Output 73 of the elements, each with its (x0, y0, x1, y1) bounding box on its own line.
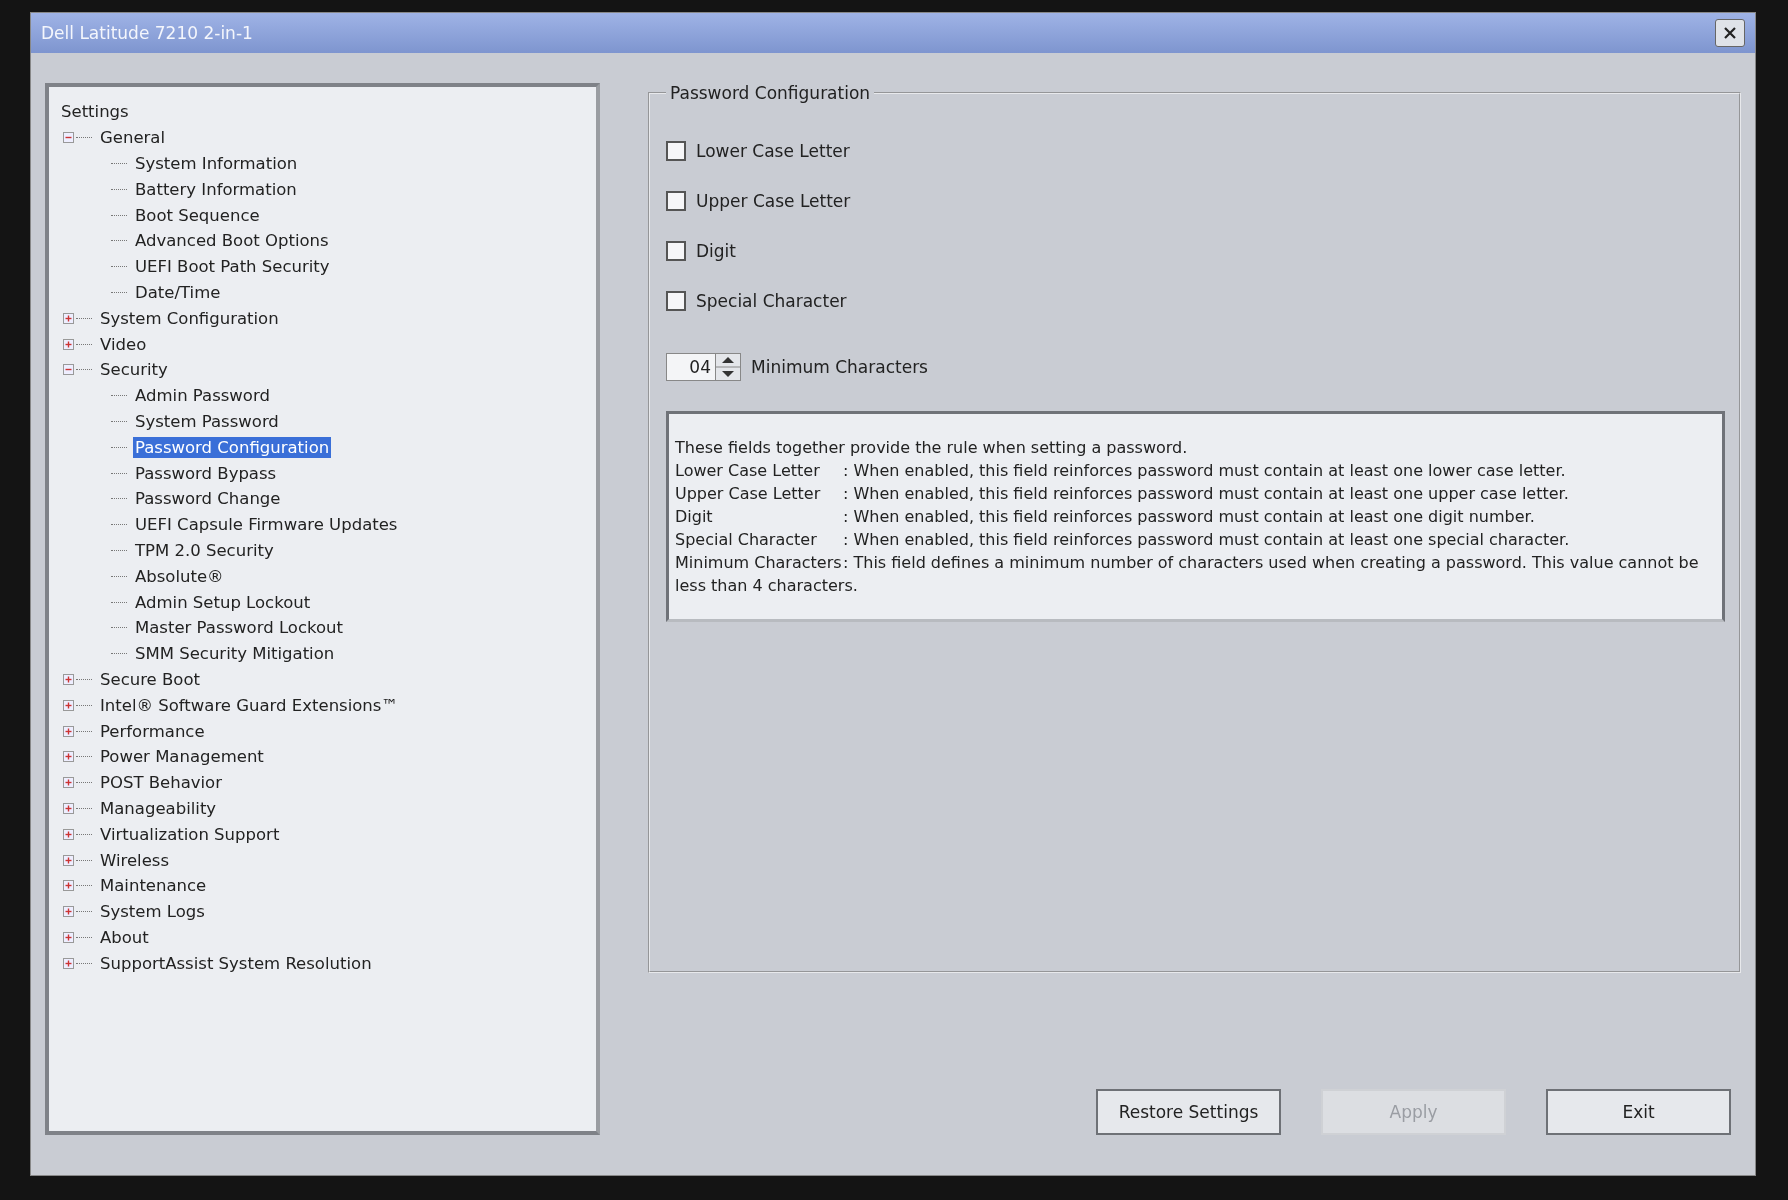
tree-item[interactable]: Password Bypass (133, 462, 279, 484)
expand-icon[interactable] (63, 777, 74, 789)
expand-icon[interactable] (63, 880, 74, 892)
rule-description: Upper Case Letter : When enabled, this field reinforces password must contain at least one upper case letter. (675, 483, 1570, 505)
window-title: Dell Latitude 7210 2-in-1 (41, 23, 253, 43)
number-field[interactable]: 04 (666, 353, 715, 381)
tree-item[interactable]: UEFI Capsule Firmware Updates (133, 514, 400, 536)
tree-item[interactable]: Wireless (98, 849, 172, 871)
tree-item[interactable]: Absolute® (133, 565, 226, 587)
checkbox[interactable] (666, 291, 686, 311)
tree-item[interactable]: SupportAssist System Resolution (98, 952, 374, 974)
checkbox[interactable] (666, 191, 686, 211)
dialog-button[interactable]: Restore Settings (1096, 1089, 1281, 1135)
expand-icon[interactable] (63, 957, 74, 969)
checkbox-label: Digit (696, 241, 736, 261)
checkbox-label: Special Character (696, 291, 847, 311)
expand-icon[interactable] (63, 673, 74, 685)
tree-item[interactable]: Admin Password (133, 385, 272, 407)
rule-description: Special Character : When enabled, this field reinforces password must contain at least one special character. (675, 529, 1571, 551)
expand-icon[interactable] (63, 751, 74, 763)
up-down-arrows-icon[interactable] (715, 353, 741, 381)
collapse-icon[interactable] (63, 364, 74, 376)
checkbox-label: Lower Case Letter (696, 141, 850, 161)
tree-item[interactable]: System Information (133, 153, 300, 174)
rule-description: Lower Case Letter : When enabled, this field reinforces password must contain at least one lower case letter. (675, 460, 1567, 482)
description-intro: These fields together provide the rule when setting a password. (675, 437, 1189, 459)
expand-icon[interactable] (63, 931, 74, 943)
tree-item[interactable]: Power Management (98, 746, 266, 768)
rule-description: Digit : When enabled, this field reinforces password must contain at least one digit number. (675, 506, 1536, 528)
expand-icon[interactable] (63, 338, 74, 350)
tree-item[interactable]: Password Change (133, 488, 283, 510)
tree-item[interactable]: Battery Information (133, 178, 299, 200)
tree-item[interactable]: About (98, 926, 151, 948)
tree-item[interactable]: TPM 2.0 Security (133, 539, 276, 561)
tree-item[interactable]: General (98, 127, 168, 149)
expand-icon[interactable] (63, 699, 74, 711)
tree-item[interactable]: Intel® Software Guard Extensions™ (98, 694, 400, 716)
tree-item[interactable]: System Logs (98, 901, 207, 923)
expand-icon[interactable] (63, 906, 74, 918)
dialog-button[interactable]: Exit (1546, 1089, 1731, 1135)
tree-item[interactable]: System Password (133, 410, 281, 432)
tree-item[interactable]: Manageability (98, 797, 219, 819)
expand-icon[interactable] (63, 854, 74, 866)
tree-item[interactable]: Date/Time (133, 281, 223, 303)
group-title: Password Configuration (669, 83, 872, 103)
checkbox-label: Upper Case Letter (696, 191, 851, 211)
expand-icon[interactable] (63, 725, 74, 737)
rule-description: Minimum Characters: This field defines a minimum number of characters used when creating a password. This value cannot be less than 4 characters. (675, 552, 1700, 597)
tree-item[interactable]: Boot Sequence (133, 204, 262, 226)
tree-item[interactable]: Master Password Lockout (133, 617, 345, 639)
tree-item[interactable]: Secure Boot (98, 668, 202, 690)
expand-icon[interactable] (63, 802, 74, 814)
collapse-icon[interactable] (63, 132, 74, 144)
close-button[interactable] (1715, 19, 1745, 47)
checkbox[interactable] (666, 241, 686, 261)
tree-item[interactable]: Settings (59, 101, 131, 123)
tree-item[interactable]: Admin Setup Lockout (133, 591, 313, 613)
tree-item[interactable]: UEFI Boot Path Security (133, 256, 332, 278)
tree-item[interactable]: Performance (98, 720, 207, 742)
tree-item[interactable]: POST Behavior (98, 772, 224, 794)
tree-item[interactable]: Virtualization Support (98, 823, 282, 845)
tree-item[interactable]: Security (98, 359, 170, 381)
tree-item[interactable]: SMM Security Mitigation (133, 643, 337, 665)
tree-item[interactable]: Advanced Boot Options (133, 230, 331, 252)
checkbox[interactable] (666, 141, 686, 161)
tree-item[interactable]: System Configuration (98, 307, 281, 329)
expand-icon[interactable] (63, 828, 74, 840)
tree-item[interactable]: Video (98, 333, 149, 355)
spinner-label: Minimum Characters (751, 357, 928, 377)
tree-item[interactable]: Password Configuration (133, 436, 332, 458)
close-icon (1723, 26, 1737, 40)
expand-icon[interactable] (63, 312, 74, 324)
tree-item[interactable]: Maintenance (98, 875, 209, 897)
